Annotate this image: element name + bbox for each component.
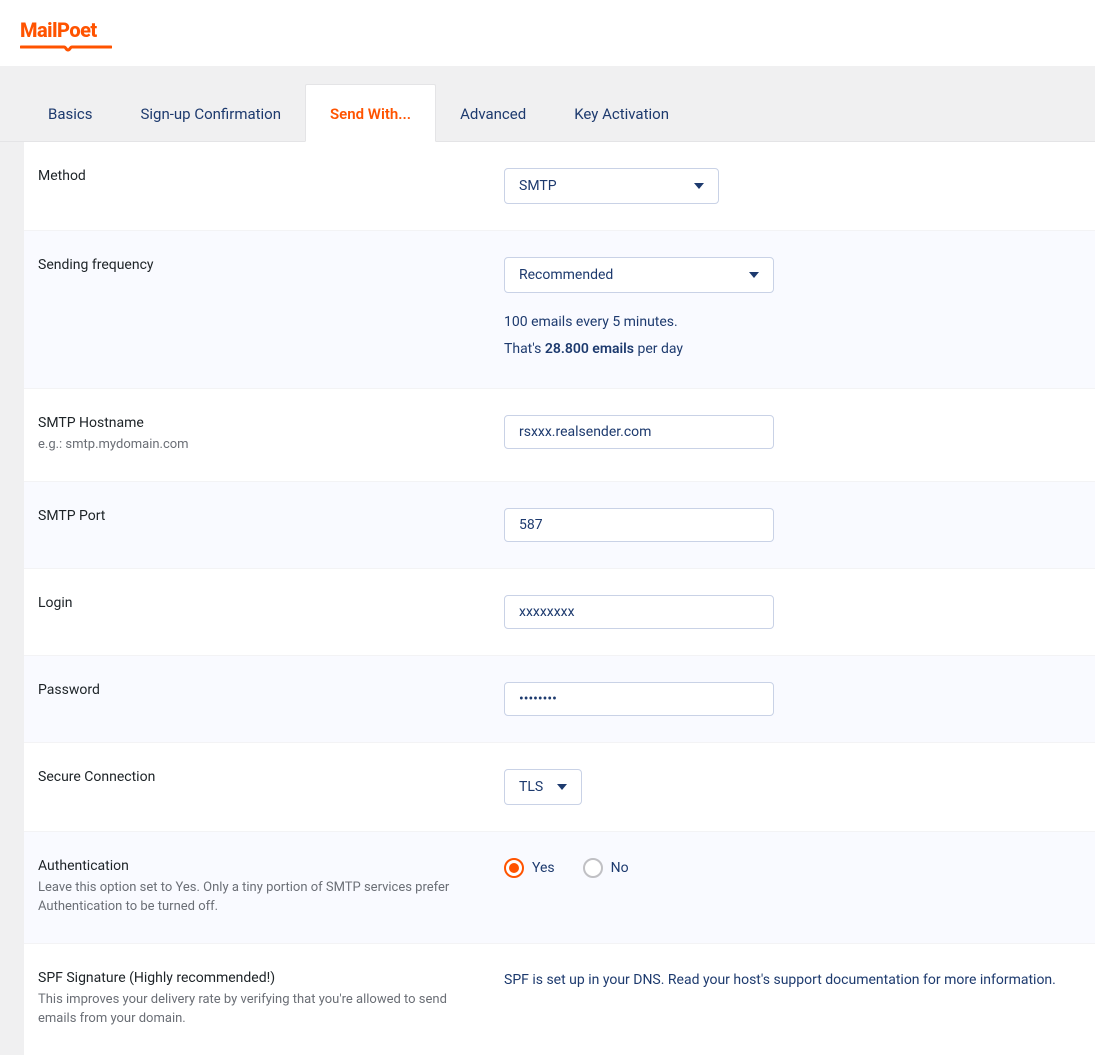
auth-radio-no[interactable]: No [583, 858, 629, 878]
logo-text: MailPoet [20, 18, 112, 42]
frequency-helper-2a: That's [504, 341, 545, 357]
auth-yes-label: Yes [532, 860, 555, 876]
row-method: Method SMTP [24, 142, 1095, 231]
port-input[interactable] [504, 508, 774, 542]
method-label: Method [38, 168, 474, 184]
secure-label: Secure Connection [38, 769, 474, 785]
chevron-down-icon [694, 183, 704, 189]
auth-label: Authentication [38, 858, 474, 874]
row-frequency: Sending frequency Recommended 100 emails… [24, 231, 1095, 389]
radio-icon [504, 858, 524, 878]
row-password: Password [24, 656, 1095, 743]
auth-no-label: No [611, 860, 629, 876]
frequency-helper-2c: per day [634, 341, 683, 357]
tabs: Basics Sign-up Confirmation Send With...… [0, 84, 1095, 142]
frequency-helper-line1: 100 emails every 5 minutes. [504, 309, 1075, 336]
radio-icon [583, 858, 603, 878]
frequency-select[interactable]: Recommended [504, 257, 774, 293]
spf-note: SPF is set up in your DNS. Read your hos… [504, 970, 1075, 991]
secure-value: TLS [519, 779, 543, 795]
frequency-helper-line2: That's 28.800 emails per day [504, 336, 1075, 363]
logo-underline-icon [20, 44, 112, 52]
tab-key-activation[interactable]: Key Activation [550, 84, 693, 141]
row-secure: Secure Connection TLS [24, 743, 1095, 832]
frequency-helper-2b: 28.800 emails [545, 341, 634, 357]
hostname-hint: e.g.: smtp.mydomain.com [38, 435, 474, 455]
settings-panel: Method SMTP Sending frequency Recommende… [24, 142, 1095, 1055]
row-hostname: SMTP Hostname e.g.: smtp.mydomain.com [24, 389, 1095, 482]
chevron-down-icon [557, 784, 567, 790]
logo-part2: Poet [57, 18, 97, 42]
login-input[interactable] [504, 595, 774, 629]
tab-send-with[interactable]: Send With... [305, 84, 436, 142]
spf-hint: This improves your delivery rate by veri… [38, 990, 474, 1029]
page: Basics Sign-up Confirmation Send With...… [0, 84, 1095, 1055]
hostname-input[interactable] [504, 415, 774, 449]
password-input[interactable] [504, 682, 774, 716]
auth-radio-group: Yes No [504, 858, 1075, 878]
auth-hint: Leave this option set to Yes. Only a tin… [38, 878, 474, 917]
login-label: Login [38, 595, 474, 611]
frequency-label: Sending frequency [38, 257, 474, 273]
method-select[interactable]: SMTP [504, 168, 719, 204]
hostname-label: SMTP Hostname [38, 415, 474, 431]
frequency-helper: 100 emails every 5 minutes. That's 28.80… [504, 309, 1075, 362]
chevron-down-icon [749, 272, 759, 278]
port-label: SMTP Port [38, 508, 474, 524]
spf-label: SPF Signature (Highly recommended!) [38, 970, 474, 986]
tab-basics[interactable]: Basics [24, 84, 117, 141]
logo: MailPoet [20, 18, 112, 52]
row-spf: SPF Signature (Highly recommended!) This… [24, 944, 1095, 1055]
secure-select[interactable]: TLS [504, 769, 582, 805]
tab-advanced[interactable]: Advanced [436, 84, 550, 141]
row-login: Login [24, 569, 1095, 656]
auth-radio-yes[interactable]: Yes [504, 858, 555, 878]
method-value: SMTP [519, 178, 557, 194]
logo-part1: Mail [20, 18, 57, 42]
row-port: SMTP Port [24, 482, 1095, 569]
frequency-value: Recommended [519, 267, 613, 283]
row-auth: Authentication Leave this option set to … [24, 832, 1095, 944]
topbar: MailPoet [0, 0, 1095, 66]
tab-signup-confirmation[interactable]: Sign-up Confirmation [117, 84, 306, 141]
password-label: Password [38, 682, 474, 698]
